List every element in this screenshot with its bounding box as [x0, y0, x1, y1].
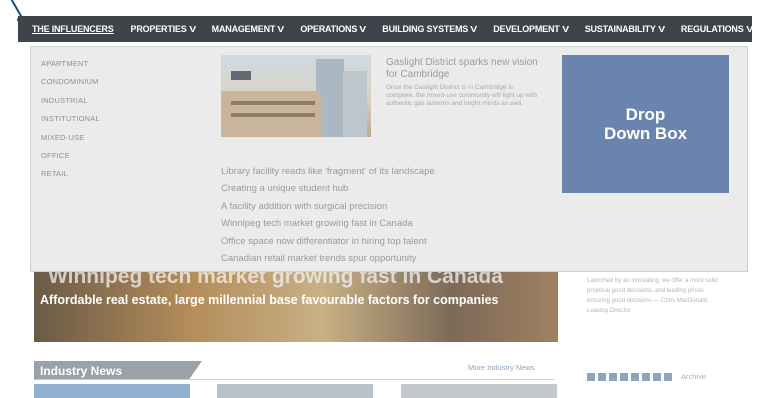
category-link-apartment[interactable]: APARTMENT [41, 55, 100, 73]
pager-dot[interactable] [653, 372, 661, 381]
headline-link[interactable]: Office space now differentiator in hirin… [221, 233, 435, 250]
nav-item-development[interactable]: DEVELOPMENT V [493, 24, 569, 34]
pager-dot[interactable] [642, 372, 650, 381]
pager-dot[interactable] [598, 372, 606, 381]
nav-item-operations[interactable]: OPERATIONS V [300, 24, 367, 34]
nav-item-label: SUSTAINABILITY [584, 24, 656, 34]
feature-blurb: Once the Gaslight District is in Cambrid… [386, 84, 538, 107]
category-link-condominium[interactable]: CONDOMINIUM [41, 73, 100, 91]
archive-link[interactable]: Archive [681, 372, 706, 381]
category-link-mixed-use[interactable]: MIXED-USE [41, 129, 100, 147]
nav-item-properties[interactable]: PROPERTIES V [130, 24, 196, 34]
headline-link[interactable]: Winnipeg tech market growing fast in Can… [221, 215, 435, 232]
industry-news-heading: Industry News [34, 361, 202, 380]
feature-title[interactable]: Gaslight District sparks new vision for … [386, 57, 546, 81]
chevron-down-icon: V [657, 24, 665, 34]
headline-link[interactable]: Creating a unique student hub [221, 180, 435, 197]
news-thumbnail[interactable] [217, 384, 373, 398]
category-list: APARTMENT CONDOMINIUM INDUSTRIAL INSTITUTIO… [41, 55, 100, 184]
nav-item-building-systems[interactable]: BUILDING SYSTEMS V [382, 24, 478, 34]
news-thumbnail[interactable] [34, 384, 190, 398]
pager-dot[interactable] [631, 372, 639, 381]
category-link-institutional[interactable]: INSTITUTIONAL [41, 110, 100, 128]
properties-dropdown-menu: APARTMENT CONDOMINIUM INDUSTRIAL INSTITUTIO… [30, 46, 748, 272]
nav-item-the-influencers[interactable]: THE INFLUENCERS [32, 24, 114, 34]
nav-item-label: DEVELOPMENT [493, 24, 560, 34]
chevron-down-icon: V [359, 24, 367, 34]
image-logo [231, 71, 251, 80]
headline-link[interactable]: A facility addition with surgical precis… [221, 198, 435, 215]
nav-item-label: REGULATIONS [680, 24, 744, 34]
category-link-retail[interactable]: RETAIL [41, 165, 100, 183]
carousel-pager: Archive [587, 372, 706, 381]
feature-image[interactable] [221, 55, 371, 137]
more-industry-news-link[interactable]: More Industry News [468, 363, 535, 372]
chevron-down-icon: V [561, 24, 569, 34]
nav-item-label: OPERATIONS [300, 24, 358, 34]
headline-list: Library facility reads like 'fragment' o… [221, 163, 435, 267]
nav-item-regulations[interactable]: REGULATIONS V [680, 24, 753, 34]
nav-item-sustainability[interactable]: SUSTAINABILITY V [584, 24, 665, 34]
headline-link[interactable]: Canadian retail market trends spur oppor… [221, 250, 435, 267]
nav-item-label: THE INFLUENCERS [32, 24, 114, 34]
drop-down-box-placeholder: Drop Down Box [562, 55, 729, 193]
nav-item-management[interactable]: MANAGEMENT V [211, 24, 285, 34]
chevron-down-icon: V [277, 24, 285, 34]
category-link-industrial[interactable]: INDUSTRIAL [41, 92, 100, 110]
chevron-down-icon: V [470, 24, 478, 34]
pager-dot[interactable] [620, 372, 628, 381]
pager-dot[interactable] [587, 372, 595, 381]
industry-news-heading-label: Industry News [40, 363, 123, 378]
pager-dot[interactable] [664, 372, 672, 381]
pager-dot[interactable] [609, 372, 617, 381]
nav-item-label: MANAGEMENT [211, 24, 276, 34]
building-shape [231, 101, 315, 105]
building-shape [343, 71, 367, 137]
drop-down-box-label: Drop Down Box [603, 105, 688, 143]
hero-subtitle: Affordable real estate, large millennial… [40, 293, 499, 307]
sidebar-quote: Launched by an innovating, we offer a mo… [587, 278, 718, 314]
nav-item-label: PROPERTIES [130, 24, 187, 34]
category-link-office[interactable]: OFFICE [41, 147, 100, 165]
main-nav: THE INFLUENCERS PROPERTIES V MANAGEMENT V OPE… [18, 16, 753, 42]
nav-item-label: BUILDING SYSTEMS [382, 24, 469, 34]
chevron-down-icon: V [188, 24, 196, 34]
news-thumbnail[interactable] [401, 384, 557, 398]
chevron-down-icon: V [745, 24, 753, 34]
hero-banner[interactable]: Winnipeg tech market growing fast in Can… [34, 262, 558, 342]
divider [34, 379, 554, 380]
building-shape [231, 113, 315, 117]
headline-link[interactable]: Library facility reads like 'fragment' o… [221, 163, 435, 180]
